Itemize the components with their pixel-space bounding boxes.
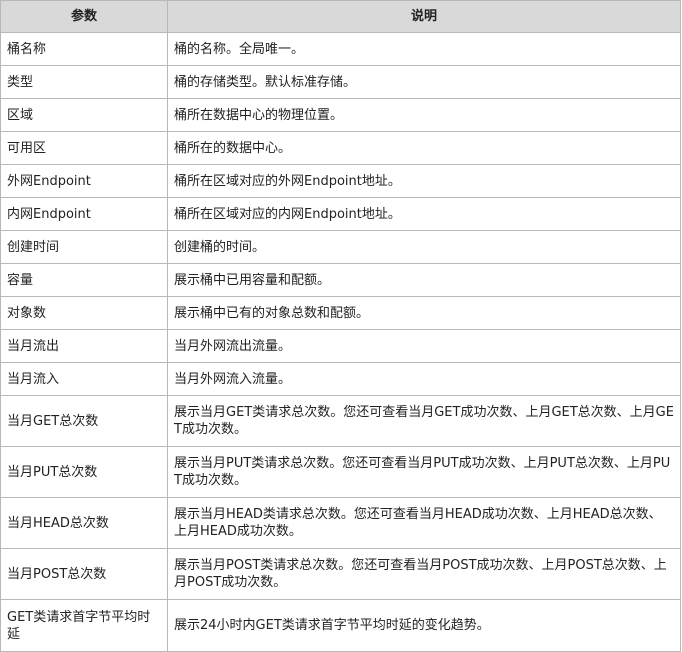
param-cell: 当月流入	[0, 362, 168, 396]
param-cell: 可用区	[0, 131, 168, 165]
parameter-table: 参数 说明 桶名称 桶的名称。全局唯一。 类型 桶的存储类型。默认标准存储。 区…	[0, 0, 681, 652]
table-row: 当月流出 当月外网流出流量。	[0, 329, 681, 363]
table-row: 对象数 展示桶中已有的对象总数和配额。	[0, 296, 681, 330]
table-row: 可用区 桶所在的数据中心。	[0, 131, 681, 165]
table-row: 区域 桶所在数据中心的物理位置。	[0, 98, 681, 132]
desc-cell: 展示当月POST类请求总次数。您还可查看当月POST成功次数、上月POST总次数…	[167, 548, 681, 600]
table-row: GET类请求首字节平均时延 展示24小时内GET类请求首字节平均时延的变化趋势。	[0, 599, 681, 652]
table-row: 当月PUT总次数 展示当月PUT类请求总次数。您还可查看当月PUT成功次数、上月…	[0, 446, 681, 498]
table-row: 当月流入 当月外网流入流量。	[0, 362, 681, 396]
table-row: 创建时间 创建桶的时间。	[0, 230, 681, 264]
table-row: 当月POST总次数 展示当月POST类请求总次数。您还可查看当月POST成功次数…	[0, 548, 681, 600]
desc-cell: 展示桶中已有的对象总数和配额。	[167, 296, 681, 330]
table-header-row: 参数 说明	[0, 0, 681, 33]
param-cell: 桶名称	[0, 32, 168, 66]
table-row: 容量 展示桶中已用容量和配额。	[0, 263, 681, 297]
param-cell: 外网Endpoint	[0, 164, 168, 198]
table-row: 内网Endpoint 桶所在区域对应的内网Endpoint地址。	[0, 197, 681, 231]
desc-cell: 展示当月GET类请求总次数。您还可查看当月GET成功次数、上月GET总次数、上月…	[167, 395, 681, 447]
desc-cell: 当月外网流出流量。	[167, 329, 681, 363]
param-cell: 当月GET总次数	[0, 395, 168, 447]
desc-cell: 展示当月HEAD类请求总次数。您还可查看当月HEAD成功次数、上月HEAD总次数…	[167, 497, 681, 549]
table-row: 当月GET总次数 展示当月GET类请求总次数。您还可查看当月GET成功次数、上月…	[0, 395, 681, 447]
param-cell: 当月PUT总次数	[0, 446, 168, 498]
param-cell: 对象数	[0, 296, 168, 330]
table-row: 外网Endpoint 桶所在区域对应的外网Endpoint地址。	[0, 164, 681, 198]
desc-cell: 桶所在的数据中心。	[167, 131, 681, 165]
desc-cell: 桶的存储类型。默认标准存储。	[167, 65, 681, 99]
table-row: 类型 桶的存储类型。默认标准存储。	[0, 65, 681, 99]
desc-cell: 创建桶的时间。	[167, 230, 681, 264]
desc-cell: 桶的名称。全局唯一。	[167, 32, 681, 66]
param-cell: GET类请求首字节平均时延	[0, 599, 168, 652]
desc-cell: 当月外网流入流量。	[167, 362, 681, 396]
desc-cell: 桶所在数据中心的物理位置。	[167, 98, 681, 132]
desc-cell: 展示桶中已用容量和配额。	[167, 263, 681, 297]
desc-cell: 桶所在区域对应的外网Endpoint地址。	[167, 164, 681, 198]
table-row: 当月HEAD总次数 展示当月HEAD类请求总次数。您还可查看当月HEAD成功次数…	[0, 497, 681, 549]
param-cell: 创建时间	[0, 230, 168, 264]
param-cell: 当月POST总次数	[0, 548, 168, 600]
param-cell: 类型	[0, 65, 168, 99]
param-cell: 内网Endpoint	[0, 197, 168, 231]
header-desc: 说明	[167, 0, 681, 33]
header-param: 参数	[0, 0, 168, 33]
param-cell: 当月HEAD总次数	[0, 497, 168, 549]
desc-cell: 展示当月PUT类请求总次数。您还可查看当月PUT成功次数、上月PUT总次数、上月…	[167, 446, 681, 498]
desc-cell: 展示24小时内GET类请求首字节平均时延的变化趋势。	[167, 599, 681, 652]
desc-cell: 桶所在区域对应的内网Endpoint地址。	[167, 197, 681, 231]
param-cell: 当月流出	[0, 329, 168, 363]
param-cell: 区域	[0, 98, 168, 132]
table-row: 桶名称 桶的名称。全局唯一。	[0, 32, 681, 66]
param-cell: 容量	[0, 263, 168, 297]
